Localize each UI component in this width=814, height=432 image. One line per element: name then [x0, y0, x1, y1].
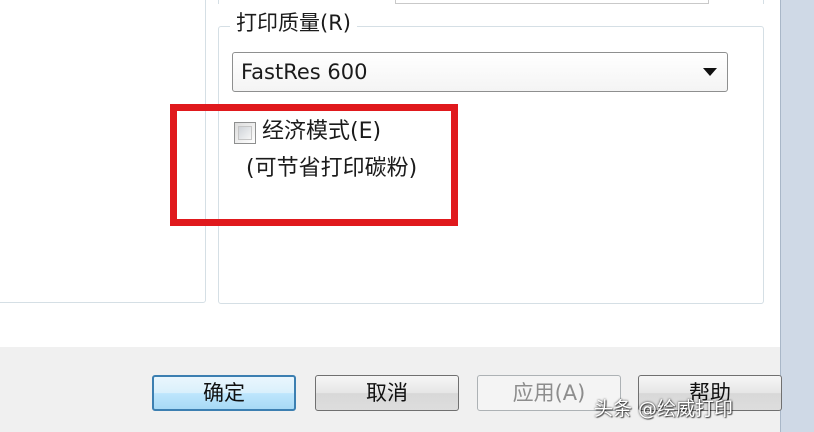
dropdown-arrow-icon[interactable]: [703, 68, 717, 76]
print-quality-label: 打印质量(R): [230, 9, 357, 37]
highlight-annotation-box: [170, 104, 458, 226]
print-quality-selected-value: FastRes 600: [241, 60, 368, 84]
print-quality-select[interactable]: FastRes 600: [232, 52, 728, 92]
tab-content-pane: 打印质量(R) FastRes 600 经济模式(E) (可节省打印碳粉): [0, 0, 780, 347]
ok-button[interactable]: 确定: [152, 375, 296, 411]
upper-field-edge: [395, 0, 709, 4]
cancel-button[interactable]: 取消: [315, 375, 459, 411]
printer-properties-dialog: 打印质量(R) FastRes 600 经济模式(E) (可节省打印碳粉) 确定…: [0, 0, 814, 432]
watermark-text: 头条 @绘威打印: [594, 398, 734, 420]
window-frame-edge: [780, 0, 814, 432]
